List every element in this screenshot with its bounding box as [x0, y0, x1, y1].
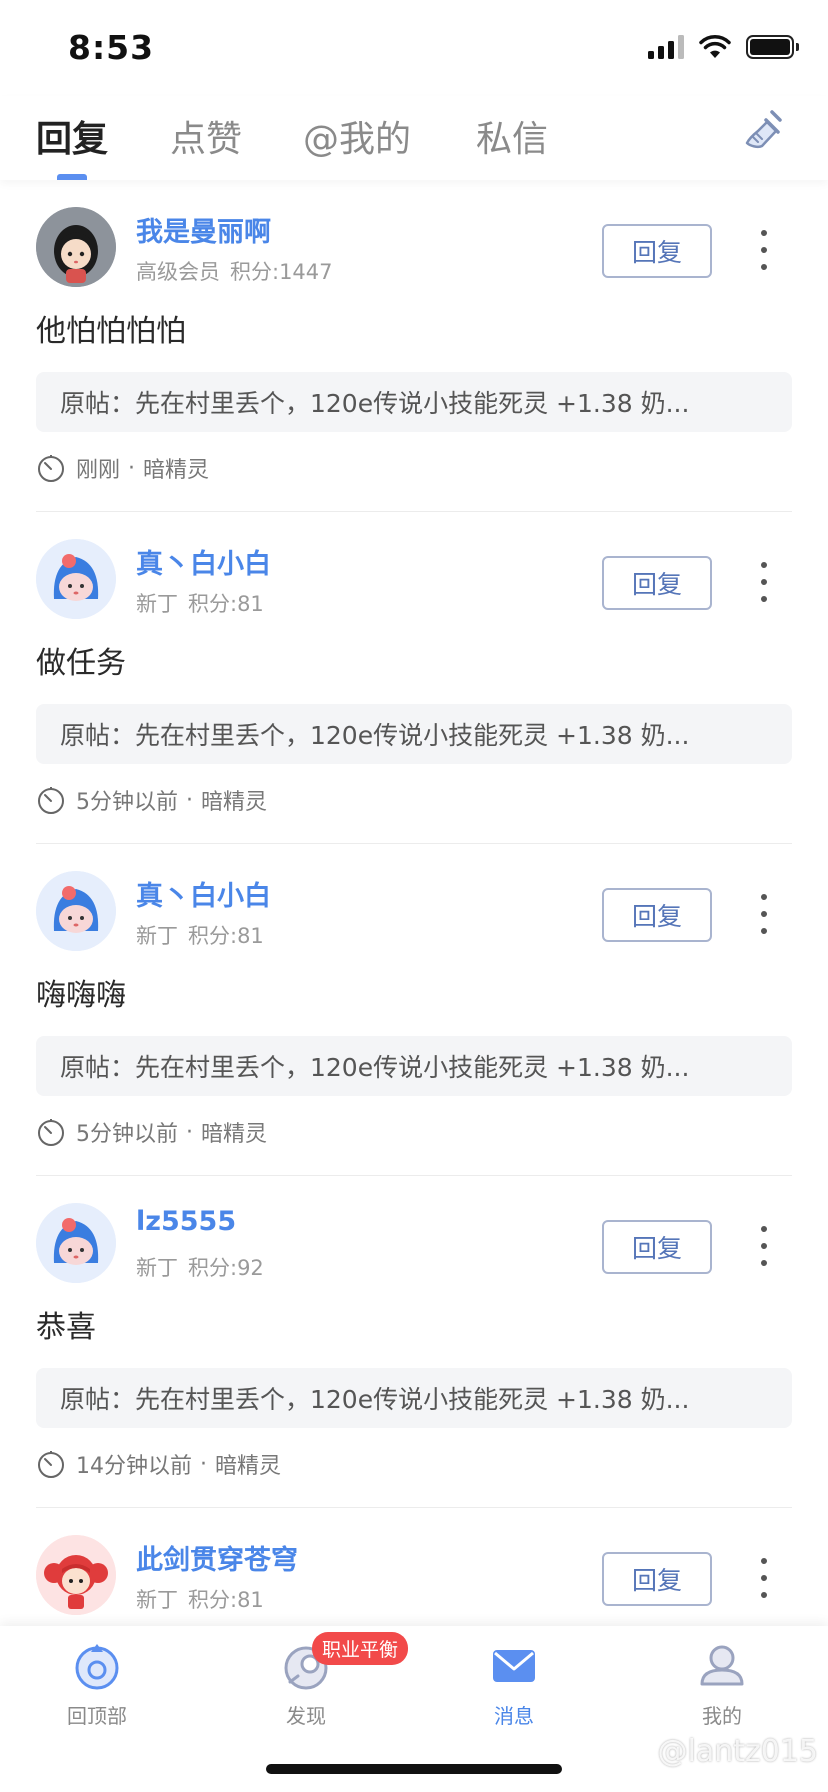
user-name[interactable]: lz5555 [136, 1206, 236, 1237]
user-meta: 高级会员 积分:1447 [136, 256, 333, 286]
watermark: @lantz015 [657, 1734, 818, 1769]
status-time: 8:53 [68, 28, 155, 67]
user-level: 新丁 [136, 592, 178, 616]
reply-time: 5分钟以前 [76, 1122, 178, 1147]
active-tab-indicator [57, 174, 87, 180]
reply-button[interactable]: 回复 [602, 888, 712, 942]
blue-mascot-avatar[interactable] [36, 871, 116, 951]
reply-forum: 暗精灵 [143, 458, 210, 483]
reply-forum: 暗精灵 [215, 1454, 282, 1479]
reply-card: 真丶白小白 新丁 积分:81 回复 做任务 原帖：先在村里丢个，120e传说小技能… [36, 512, 792, 844]
profile-icon [700, 1645, 744, 1686]
reply-button[interactable]: 回复 [602, 224, 712, 278]
reply-time: 刚刚 [76, 458, 121, 483]
message-icon [493, 1650, 535, 1682]
original-post-preview[interactable]: 原帖：先在村里丢个，120e传说小技能死灵 +1.38 奶... [36, 1368, 792, 1428]
nav-label: 回顶部 [67, 1704, 127, 1728]
clock-icon [38, 1451, 64, 1478]
reply-text: 恭喜 [36, 1310, 96, 1345]
original-post-preview[interactable]: 原帖：先在村里丢个，120e传说小技能死灵 +1.38 奶... [36, 1036, 792, 1096]
status-bar: 8:53 [0, 0, 828, 96]
tab-likes[interactable]: 点赞 [170, 110, 242, 162]
user-name[interactable]: 真丶白小白 [136, 542, 271, 581]
original-post-text: 原帖：先在村里丢个，120e传说小技能死灵 +1.38 奶... [60, 721, 690, 750]
reply-meta: 14分钟以前 · 暗精灵 [36, 1448, 281, 1480]
girl-avatar[interactable] [36, 207, 116, 287]
more-options-icon[interactable] [758, 562, 770, 602]
user-meta: 新丁 积分:92 [136, 1252, 264, 1282]
wifi-icon [699, 35, 731, 58]
reply-meta: 5分钟以前 · 暗精灵 [36, 784, 267, 816]
original-post-preview[interactable]: 原帖：先在村里丢个，120e传说小技能死灵 +1.38 奶... [36, 704, 792, 764]
more-options-icon[interactable] [758, 230, 770, 270]
home-indicator [266, 1764, 562, 1774]
reply-text: 他怕怕怕怕 [36, 314, 186, 349]
tab-reply[interactable]: 回复 [36, 110, 108, 162]
tab-mentions[interactable]: @我的 [303, 110, 411, 162]
original-post-text: 原帖：先在村里丢个，120e传说小技能死灵 +1.38 奶... [60, 389, 690, 418]
tab-header: 回复 点赞 @我的 私信 [0, 96, 828, 180]
user-name[interactable]: 此剑贯穿苍穹 [136, 1538, 298, 1577]
reply-button[interactable]: 回复 [602, 556, 712, 610]
user-score: 积分:92 [188, 1256, 264, 1280]
more-options-icon[interactable] [758, 894, 770, 934]
reply-button[interactable]: 回复 [602, 1552, 712, 1606]
clock-icon [38, 455, 64, 482]
user-name[interactable]: 我是曼丽啊 [136, 210, 271, 249]
signal-icon [648, 35, 684, 59]
reply-button[interactable]: 回复 [602, 1220, 712, 1274]
nav-label: 我的 [702, 1704, 742, 1728]
user-meta: 新丁 积分:81 [136, 920, 264, 950]
nav-back-to-top[interactable]: 回顶部 [37, 1638, 157, 1729]
more-options-icon[interactable] [758, 1226, 770, 1266]
reply-text: 嗨嗨嗨 [36, 978, 126, 1013]
user-level: 新丁 [136, 1588, 178, 1612]
red-hair-avatar[interactable] [36, 1535, 116, 1615]
reply-meta: 刚刚 · 暗精灵 [36, 452, 209, 484]
blue-mascot-avatar[interactable] [36, 539, 116, 619]
user-meta: 新丁 积分:81 [136, 1584, 264, 1614]
user-level: 高级会员 [136, 260, 220, 284]
reply-card: lz5555 新丁 积分:92 回复 恭喜 原帖：先在村里丢个，120e传说小技能… [36, 1176, 792, 1508]
discover-badge: 职业平衡 [312, 1632, 409, 1665]
reply-time: 14分钟以前 [76, 1454, 192, 1479]
reply-card: 我是曼丽啊 高级会员 积分:1447 回复 他怕怕怕怕 原帖：先在村里丢个，120… [36, 180, 792, 512]
more-options-icon[interactable] [758, 1558, 770, 1598]
tab-private-messages[interactable]: 私信 [476, 110, 548, 162]
nav-profile[interactable]: 我的 [662, 1638, 782, 1729]
back-to-top-icon [75, 1644, 119, 1690]
original-post-text: 原帖：先在村里丢个，120e传说小技能死灵 +1.38 奶... [60, 1385, 690, 1414]
status-icons [648, 34, 799, 60]
user-score: 积分:81 [188, 924, 264, 948]
reply-forum: 暗精灵 [201, 1122, 268, 1147]
nav-label: 发现 [286, 1704, 326, 1728]
reply-feed: 我是曼丽啊 高级会员 积分:1447 回复 他怕怕怕怕 原帖：先在村里丢个，120… [0, 180, 828, 1792]
original-post-preview[interactable]: 原帖：先在村里丢个，120e传说小技能死灵 +1.38 奶... [36, 372, 792, 432]
broom-icon[interactable] [740, 106, 788, 154]
reply-meta: 5分钟以前 · 暗精灵 [36, 1116, 267, 1148]
user-score: 积分:81 [188, 592, 264, 616]
user-level: 新丁 [136, 1256, 178, 1280]
reply-time: 5分钟以前 [76, 790, 178, 815]
nav-messages[interactable]: 消息 [454, 1638, 574, 1729]
clock-icon [38, 787, 64, 814]
blue-mascot-avatar[interactable] [36, 1203, 116, 1283]
user-meta: 新丁 积分:81 [136, 588, 264, 618]
user-level: 新丁 [136, 924, 178, 948]
reply-forum: 暗精灵 [201, 790, 268, 815]
reply-text: 做任务 [36, 646, 126, 681]
user-score: 积分:1447 [230, 260, 333, 284]
battery-icon [746, 35, 799, 59]
original-post-text: 原帖：先在村里丢个，120e传说小技能死灵 +1.38 奶... [60, 1053, 690, 1082]
user-name[interactable]: 真丶白小白 [136, 874, 271, 913]
clock-icon [38, 1119, 64, 1146]
user-score: 积分:81 [188, 1588, 264, 1612]
reply-card: 真丶白小白 新丁 积分:81 回复 嗨嗨嗨 原帖：先在村里丢个，120e传说小技能… [36, 844, 792, 1176]
nav-label: 消息 [494, 1704, 534, 1728]
